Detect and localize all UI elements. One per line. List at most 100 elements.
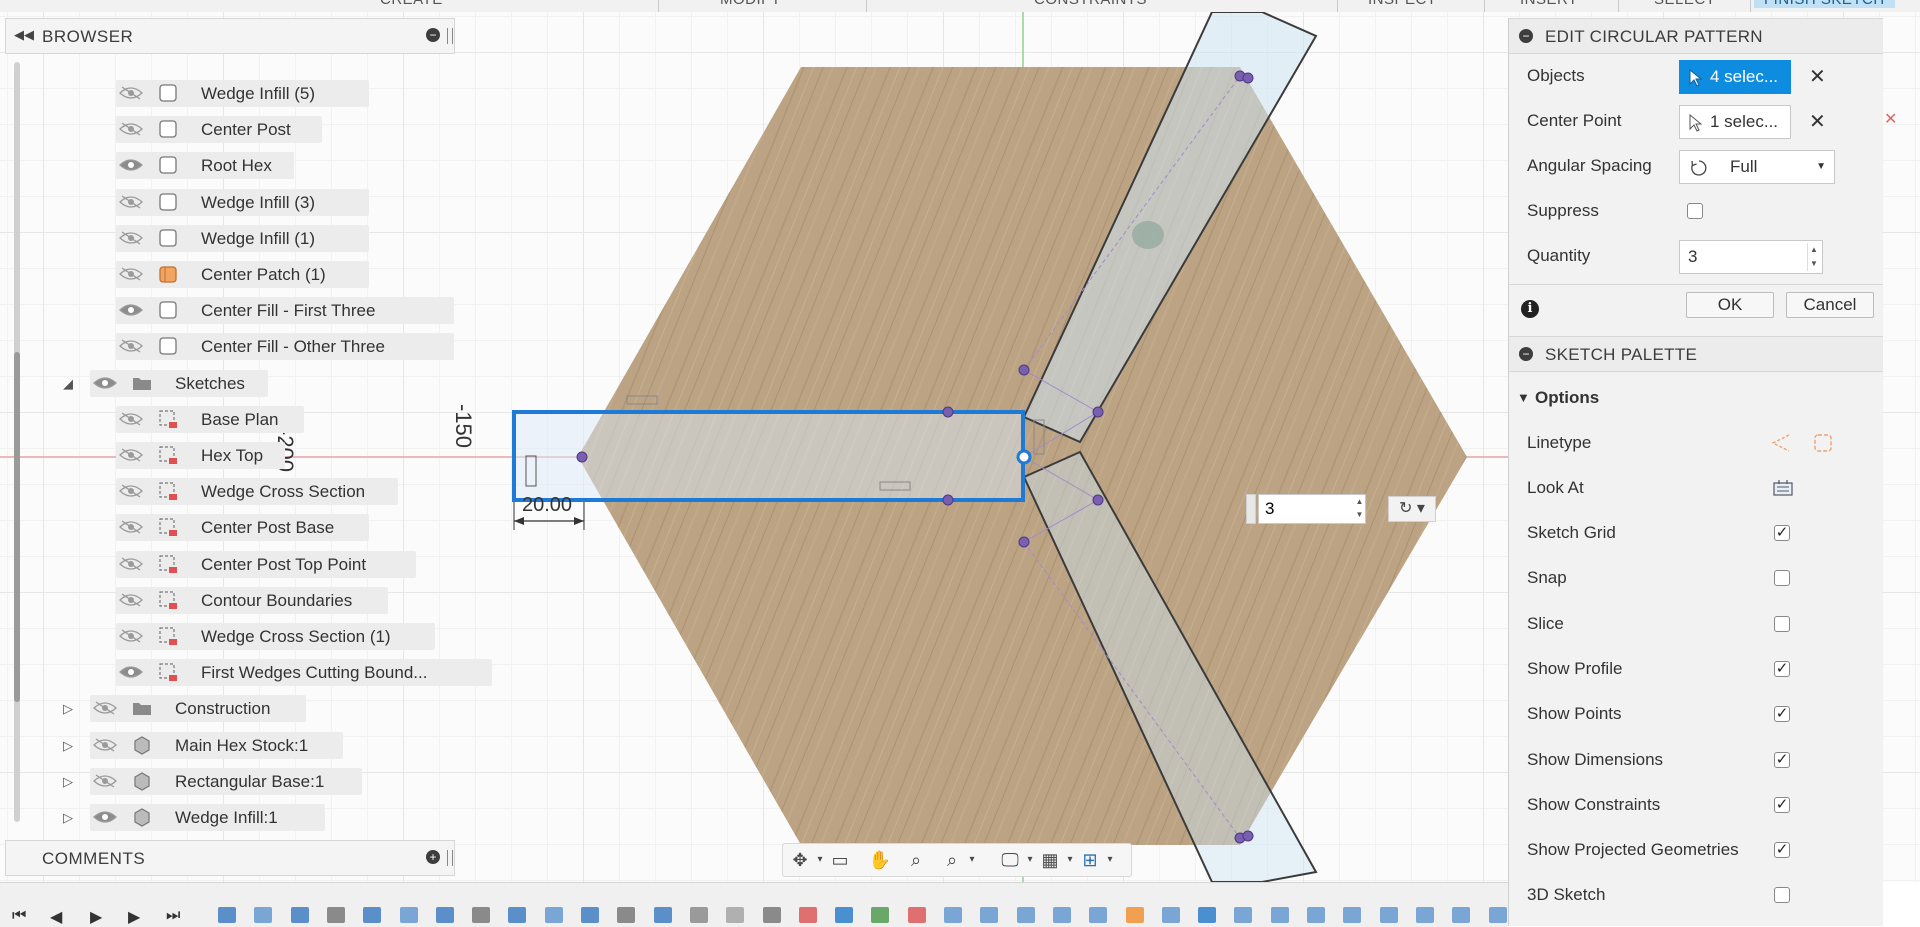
- timeline-feature-icon[interactable]: [435, 907, 454, 923]
- look-at-icon[interactable]: ▭: [827, 849, 853, 871]
- palette-option-checkbox[interactable]: ✓: [1774, 751, 1790, 768]
- options-section-header[interactable]: ▼ Options: [1509, 380, 1883, 416]
- timeline-feature-icon[interactable]: [726, 907, 745, 923]
- eye-hidden-icon[interactable]: [118, 121, 144, 137]
- timeline-feature-icon[interactable]: [653, 907, 672, 923]
- timeline-feature-icon[interactable]: [762, 907, 781, 923]
- timeline-feature-icon[interactable]: [1052, 907, 1071, 923]
- menu-create[interactable]: CREATE: [380, 0, 443, 8]
- browser-item[interactable]: Center Fill - First Three: [5, 295, 455, 325]
- eye-hidden-icon[interactable]: [92, 700, 118, 716]
- viewports-dropdown-icon[interactable]: ▾: [1097, 849, 1123, 871]
- eye-hidden-icon[interactable]: [118, 411, 144, 427]
- browser-item[interactable]: Hex Top: [5, 440, 455, 470]
- timeline-feature-icon[interactable]: [1488, 907, 1507, 923]
- rotation-direction-dropdown[interactable]: ↻ ▾: [1388, 496, 1436, 522]
- timeline-feature-icon[interactable]: [1234, 907, 1253, 923]
- collapse-palette-icon[interactable]: −: [1519, 347, 1533, 361]
- go-to-end-icon[interactable]: ⏭: [166, 907, 180, 925]
- timeline-feature-icon[interactable]: [907, 907, 926, 923]
- timeline-feature-icon[interactable]: [399, 907, 418, 923]
- palette-option-checkbox[interactable]: ✓: [1774, 796, 1790, 813]
- zoom-dropdown-icon[interactable]: ▾: [959, 849, 985, 871]
- timeline-feature-icon[interactable]: [980, 907, 999, 923]
- menu-constraints[interactable]: CONSTRAINTS: [1034, 0, 1147, 8]
- timeline-feature-icon[interactable]: [218, 907, 236, 923]
- look-at-icon[interactable]: [1771, 476, 1795, 500]
- eye-hidden-icon[interactable]: [118, 266, 144, 282]
- inline-quantity-input[interactable]: [1258, 494, 1366, 524]
- expanded-chevron-icon[interactable]: ◢: [63, 376, 73, 392]
- eye-hidden-icon[interactable]: [118, 338, 144, 354]
- timeline-feature-icon[interactable]: [944, 907, 962, 923]
- eye-icon[interactable]: [92, 809, 118, 825]
- browser-item[interactable]: Wedge Infill (3): [5, 187, 455, 217]
- timeline-feature-icon[interactable]: [363, 907, 382, 923]
- palette-option-checkbox[interactable]: ✓: [1774, 660, 1790, 677]
- eye-hidden-icon[interactable]: [118, 230, 144, 246]
- expand-chevron-icon[interactable]: ▷: [63, 701, 73, 717]
- browser-item[interactable]: ◢ Sketches: [5, 368, 455, 398]
- eye-icon[interactable]: [118, 664, 144, 680]
- collapse-panel-icon[interactable]: ◀◀: [14, 27, 34, 43]
- clear-objects-icon[interactable]: ✕: [1809, 64, 1826, 89]
- angular-spacing-dropdown[interactable]: Full ▼: [1679, 150, 1835, 184]
- timeline-feature-icon[interactable]: [290, 907, 309, 923]
- expand-chevron-icon[interactable]: ▷: [63, 774, 73, 790]
- timeline-feature-icon[interactable]: [508, 907, 527, 923]
- eye-hidden-icon[interactable]: [92, 773, 118, 789]
- browser-item[interactable]: Base Plan: [5, 404, 455, 434]
- palette-option-checkbox[interactable]: ✓: [1774, 525, 1790, 541]
- timeline-feature-icon[interactable]: [1343, 907, 1362, 923]
- eye-hidden-icon[interactable]: [118, 556, 144, 572]
- palette-option-checkbox[interactable]: [1774, 887, 1790, 904]
- eye-hidden-icon[interactable]: [118, 592, 144, 608]
- timeline-feature-icon[interactable]: [1415, 907, 1434, 923]
- browser-item[interactable]: Contour Boundaries: [5, 585, 455, 615]
- suppress-checkbox[interactable]: [1687, 203, 1703, 219]
- drag-handle[interactable]: [1246, 494, 1256, 524]
- timeline-feature-icon[interactable]: [1198, 907, 1217, 923]
- quantity-stepper[interactable]: ▲ ▼: [1354, 495, 1365, 523]
- eye-hidden-icon[interactable]: [118, 194, 144, 210]
- menu-modify[interactable]: MODIFY: [720, 0, 781, 8]
- browser-item[interactable]: Wedge Infill (1): [5, 223, 455, 253]
- timeline-feature-icon[interactable]: [689, 907, 708, 923]
- timeline-feature-icon[interactable]: [1270, 907, 1289, 923]
- info-icon[interactable]: i: [1521, 300, 1539, 318]
- browser-item[interactable]: Wedge Infill (5): [5, 78, 455, 108]
- timeline-feature-icon[interactable]: [1379, 907, 1398, 923]
- construction-linetype-icon[interactable]: [1769, 431, 1793, 455]
- browser-item[interactable]: Center Post Base: [5, 512, 455, 542]
- clear-center-point-icon[interactable]: ✕: [1809, 109, 1826, 134]
- eye-hidden-icon[interactable]: [118, 447, 144, 463]
- objects-select-button[interactable]: 4 selec...: [1679, 60, 1791, 94]
- expand-chevron-icon[interactable]: ▷: [63, 738, 73, 754]
- browser-item[interactable]: Wedge Cross Section: [5, 476, 455, 506]
- palette-option-checkbox[interactable]: ✓: [1774, 706, 1790, 723]
- quantity-stepper[interactable]: ▲ ▼: [1807, 243, 1820, 271]
- browser-item[interactable]: Center Fill - Other Three: [5, 331, 455, 361]
- panel-grip-icon[interactable]: [447, 28, 453, 44]
- timeline-feature-icon[interactable]: [1161, 907, 1180, 923]
- zoom-icon[interactable]: ⌕: [903, 849, 929, 871]
- panel-grip-icon[interactable]: [447, 850, 453, 866]
- timeline-feature-icon[interactable]: [544, 907, 563, 923]
- palette-option-checkbox[interactable]: ✓: [1774, 842, 1790, 859]
- eye-icon[interactable]: [92, 375, 118, 391]
- timeline-feature-icon[interactable]: [798, 907, 817, 923]
- timeline-feature-icon[interactable]: [472, 907, 491, 923]
- eye-hidden-icon[interactable]: [118, 628, 144, 644]
- center-point-select-button[interactable]: 1 selec...: [1679, 105, 1791, 139]
- step-back-icon[interactable]: ◀: [50, 907, 62, 927]
- browser-item[interactable]: Wedge Cross Section (1): [5, 621, 455, 651]
- timeline-feature-icon[interactable]: [581, 907, 599, 923]
- timeline-feature-icon[interactable]: [871, 907, 890, 923]
- eye-hidden-icon[interactable]: [92, 737, 118, 753]
- quantity-input[interactable]: 3 ▲ ▼: [1679, 240, 1823, 274]
- timeline-feature-icon[interactable]: [1307, 907, 1325, 923]
- go-to-start-icon[interactable]: ⏮: [12, 907, 26, 925]
- eye-hidden-icon[interactable]: [118, 519, 144, 535]
- dimension-label[interactable]: 20.00: [522, 494, 572, 517]
- browser-item[interactable]: ▷ Construction: [5, 693, 455, 723]
